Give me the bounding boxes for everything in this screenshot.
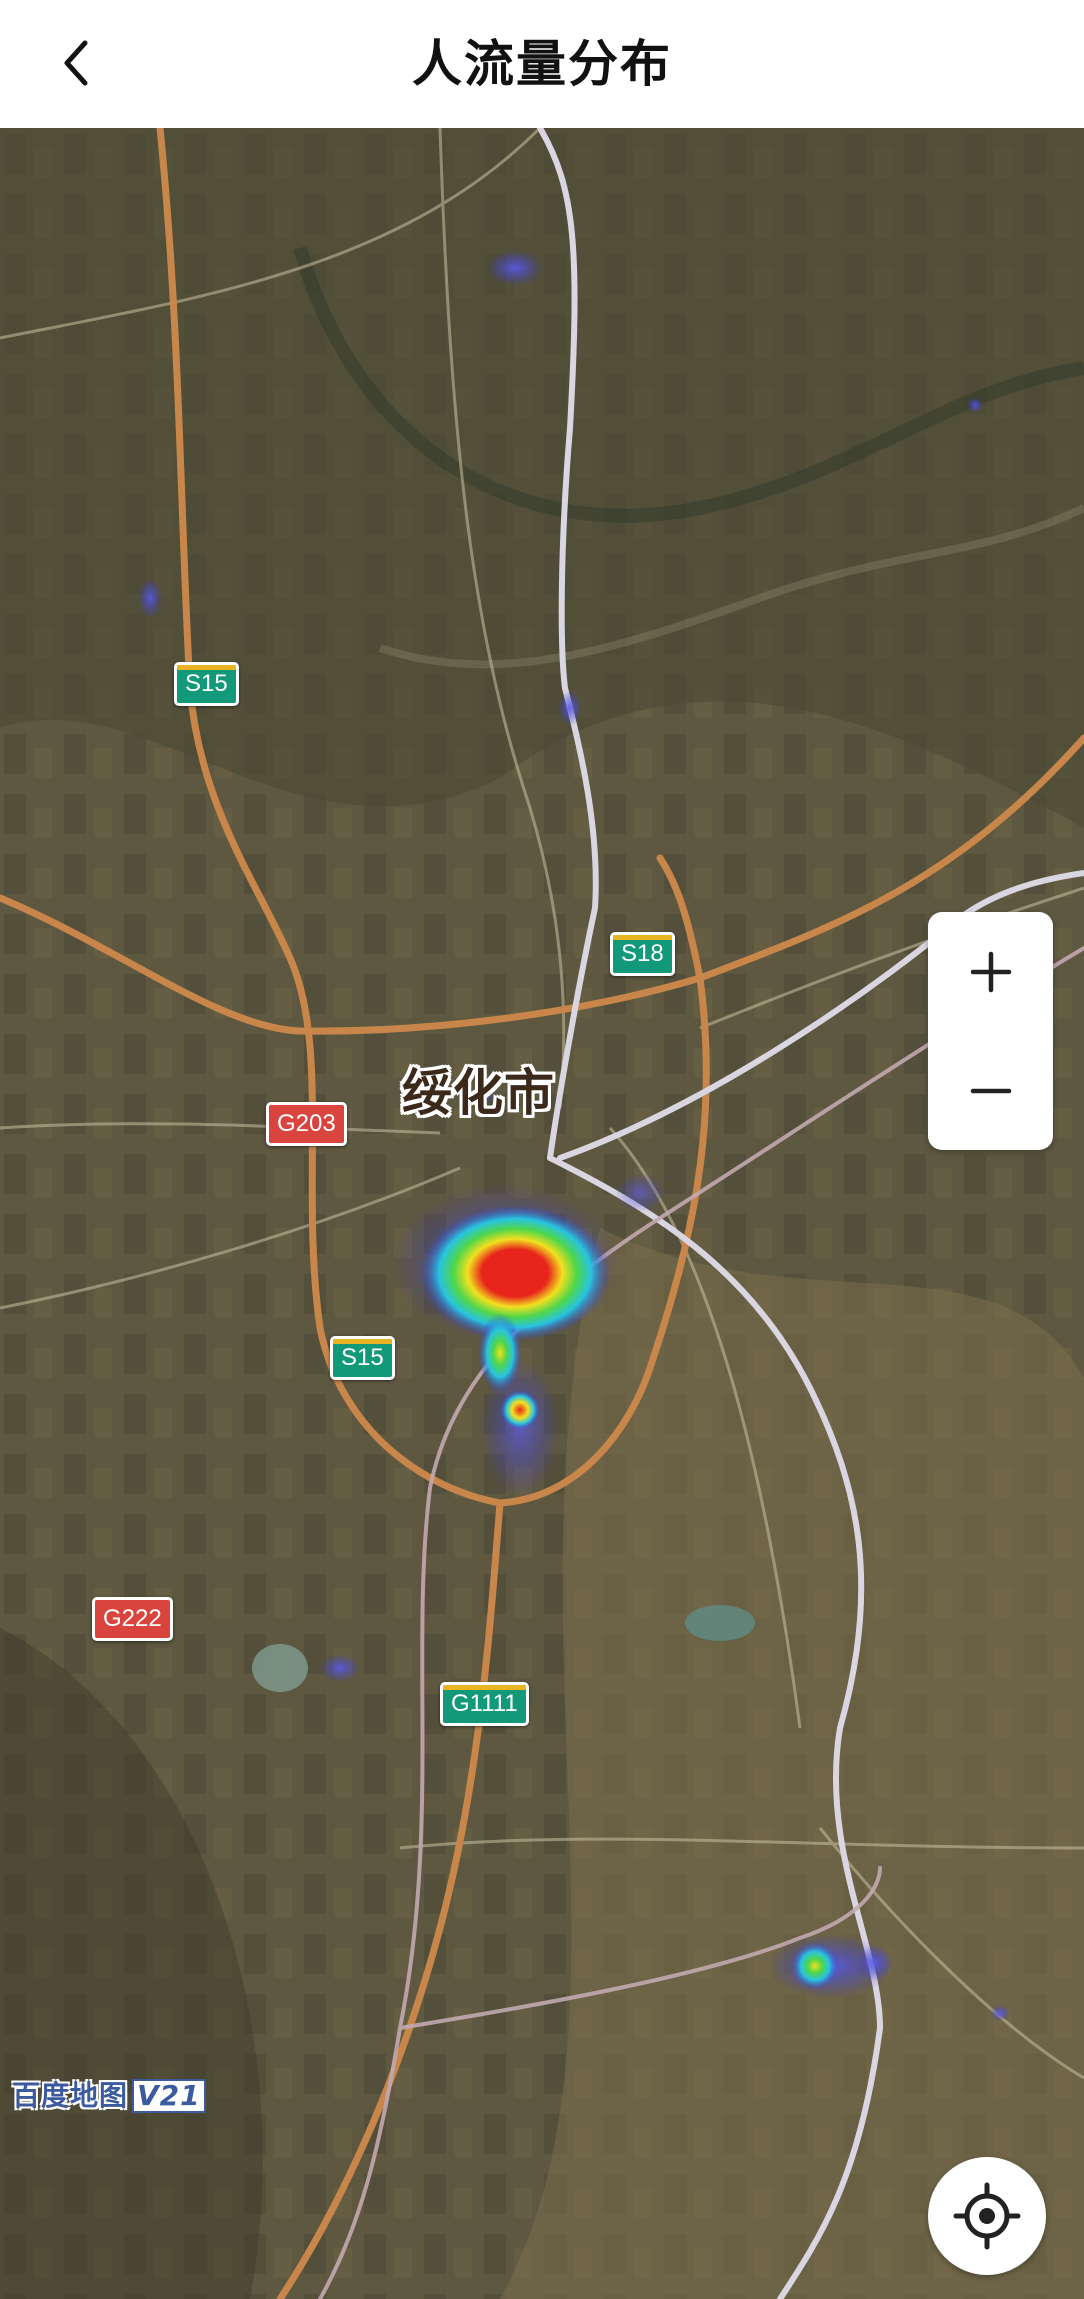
watermark-text: 百度地图 xyxy=(12,2079,129,2112)
city-label[interactable]: 绥化市 xyxy=(402,1053,555,1125)
satellite-map-layer xyxy=(0,128,1084,2299)
crosshair-icon xyxy=(953,2182,1021,2250)
plus-icon xyxy=(970,951,1011,992)
zoom-in-button[interactable] xyxy=(928,912,1053,1031)
route-shield-s15-south[interactable]: S15 xyxy=(330,1336,395,1380)
page-title: 人流量分布 xyxy=(412,35,672,93)
chevron-left-icon xyxy=(64,40,88,86)
baidu-map-watermark: 百度地图 V21 xyxy=(12,2074,206,2114)
app-header: 人流量分布 xyxy=(0,0,1084,128)
watermark-version: V21 xyxy=(132,2079,206,2113)
route-shield-g222[interactable]: G222 xyxy=(92,1597,173,1641)
route-shield-g1111[interactable]: G1111 xyxy=(440,1682,529,1726)
minus-icon xyxy=(970,1088,1011,1093)
route-shield-g203[interactable]: G203 xyxy=(266,1102,347,1146)
zoom-out-button[interactable] xyxy=(928,1031,1053,1150)
back-button[interactable] xyxy=(40,28,110,98)
route-shield-s18[interactable]: S18 xyxy=(610,932,675,976)
zoom-controls xyxy=(928,912,1053,1150)
heatmap-map-view[interactable]: S15 S18 G203 S15 G222 G1111 绥化市 百度地图 V21 xyxy=(0,128,1084,2299)
route-shield-s15-north[interactable]: S15 xyxy=(174,662,239,706)
locate-button[interactable] xyxy=(928,2157,1046,2275)
